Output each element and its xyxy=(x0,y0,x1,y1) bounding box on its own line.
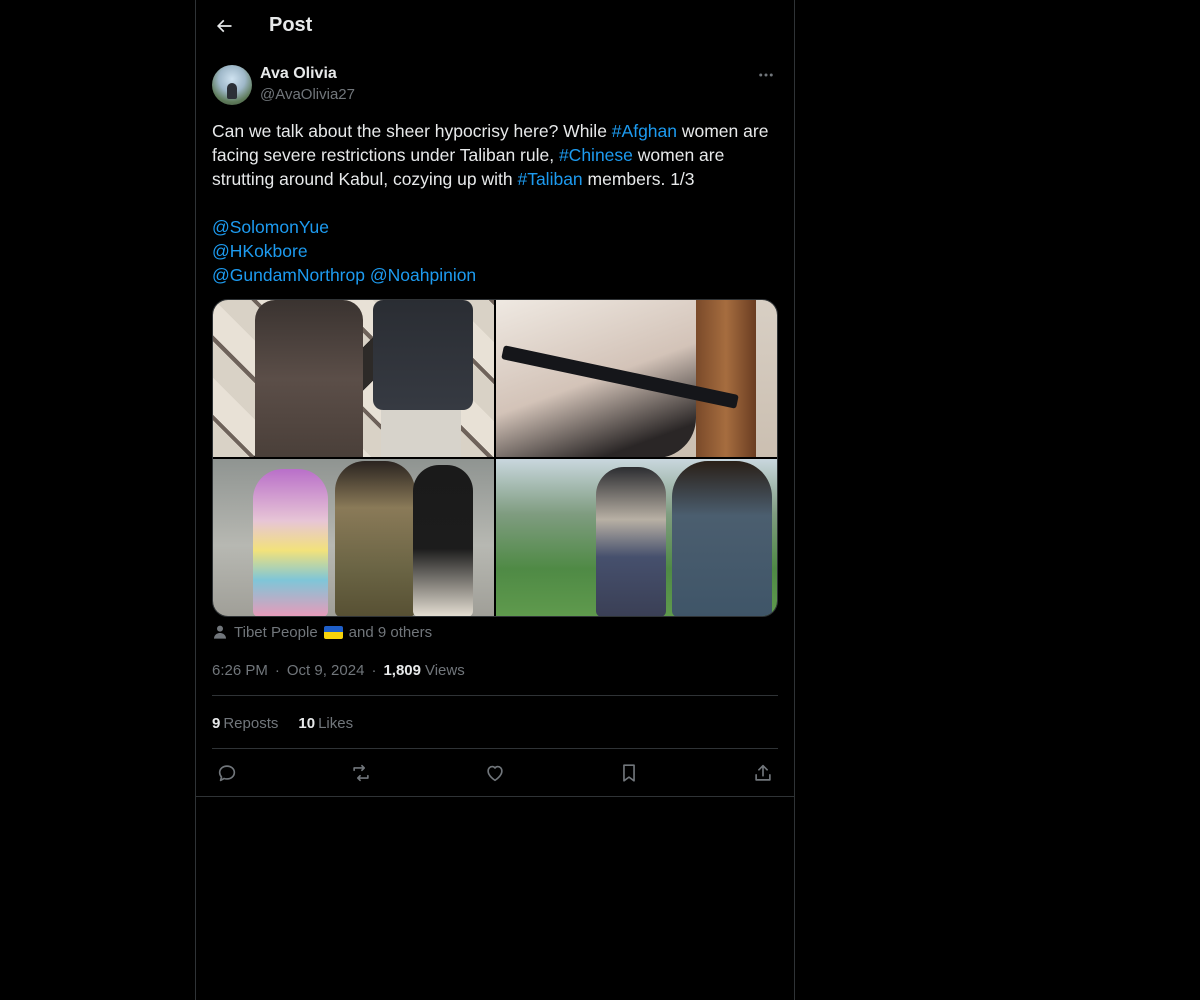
tagged-users[interactable]: Tibet People and 9 others xyxy=(212,622,432,642)
reply-button[interactable] xyxy=(214,760,240,786)
repost-button[interactable] xyxy=(348,760,374,786)
bookmark-button[interactable] xyxy=(616,760,642,786)
media-grid xyxy=(212,299,778,617)
post-bottom-border xyxy=(196,796,794,797)
mention-gundamnorthrop[interactable]: @GundamNorthrop xyxy=(212,265,365,285)
divider xyxy=(212,748,778,749)
tweet-text-segment: Can we talk about the sheer hypocrisy he… xyxy=(212,121,612,141)
post-header: Post xyxy=(196,0,794,53)
hashtag-taliban[interactable]: #Taliban xyxy=(517,169,582,189)
bookmark-icon xyxy=(623,764,635,782)
engagement-stats: 9 Reposts 10 Likes xyxy=(212,712,373,734)
photo-1[interactable] xyxy=(213,300,494,457)
separator-dot: · xyxy=(371,661,377,679)
arrow-left-icon xyxy=(216,19,232,33)
repost-icon xyxy=(353,764,369,782)
mention-noahpinion[interactable]: @Noahpinion xyxy=(370,265,476,285)
more-options-button[interactable] xyxy=(754,64,778,86)
reposts-stat[interactable]: 9 Reposts xyxy=(212,715,278,732)
author-handle[interactable]: @AvaOlivia27 xyxy=(260,86,355,103)
tagged-name: Tibet People xyxy=(234,623,318,641)
avatar[interactable] xyxy=(212,65,252,105)
reply-icon xyxy=(218,765,236,782)
tagged-suffix: and 9 others xyxy=(348,623,433,641)
views-count: 1,809 xyxy=(383,661,421,679)
divider xyxy=(212,695,778,696)
heart-icon xyxy=(487,765,503,782)
views-label: Views xyxy=(424,661,465,679)
likes-stat[interactable]: 10 Likes xyxy=(298,715,353,732)
mention-hkokbore[interactable]: @HKokbore xyxy=(212,241,308,261)
page-title: Post xyxy=(269,14,313,36)
likes-label: Likes xyxy=(318,714,354,732)
back-button[interactable] xyxy=(208,10,240,42)
hashtag-afghan[interactable]: #Afghan xyxy=(612,121,677,141)
post-meta: 6:26 PM · Oct 9, 2024 · 1,809 Views xyxy=(212,659,465,681)
reposts-label: Reposts xyxy=(223,714,279,732)
reposts-count: 9 xyxy=(212,714,221,732)
separator-dot: · xyxy=(274,661,280,679)
hashtag-chinese[interactable]: #Chinese xyxy=(559,145,633,165)
person-icon xyxy=(214,625,226,639)
post-time[interactable]: 6:26 PM xyxy=(212,662,268,679)
tweet-text: Can we talk about the sheer hypocrisy he… xyxy=(212,119,778,287)
mention-solomonyue[interactable]: @SolomonYue xyxy=(212,217,329,237)
author-name[interactable]: Ava Olivia xyxy=(260,65,337,83)
share-button[interactable] xyxy=(750,760,776,786)
more-horizontal-icon xyxy=(759,73,773,77)
share-icon xyxy=(755,764,771,781)
tweet-text-segment: members. 1/3 xyxy=(582,169,695,189)
tweet-body: Can we talk about the sheer hypocrisy he… xyxy=(212,119,778,191)
photo-2[interactable] xyxy=(496,300,777,457)
author-row: Ava Olivia @AvaOlivia27 xyxy=(212,64,778,108)
action-bar xyxy=(212,759,778,787)
likes-count: 10 xyxy=(298,714,316,732)
ukraine-flag-icon xyxy=(323,625,343,639)
photo-3[interactable] xyxy=(213,459,494,616)
post-column: Post Ava Olivia @AvaOlivia27 Can we talk… xyxy=(195,0,795,1000)
mentions-list: @SolomonYue @HKokbore @GundamNorthrop @N… xyxy=(212,215,778,287)
photo-4[interactable] xyxy=(496,459,777,616)
like-button[interactable] xyxy=(482,760,508,786)
post-date[interactable]: Oct 9, 2024 xyxy=(287,662,365,679)
